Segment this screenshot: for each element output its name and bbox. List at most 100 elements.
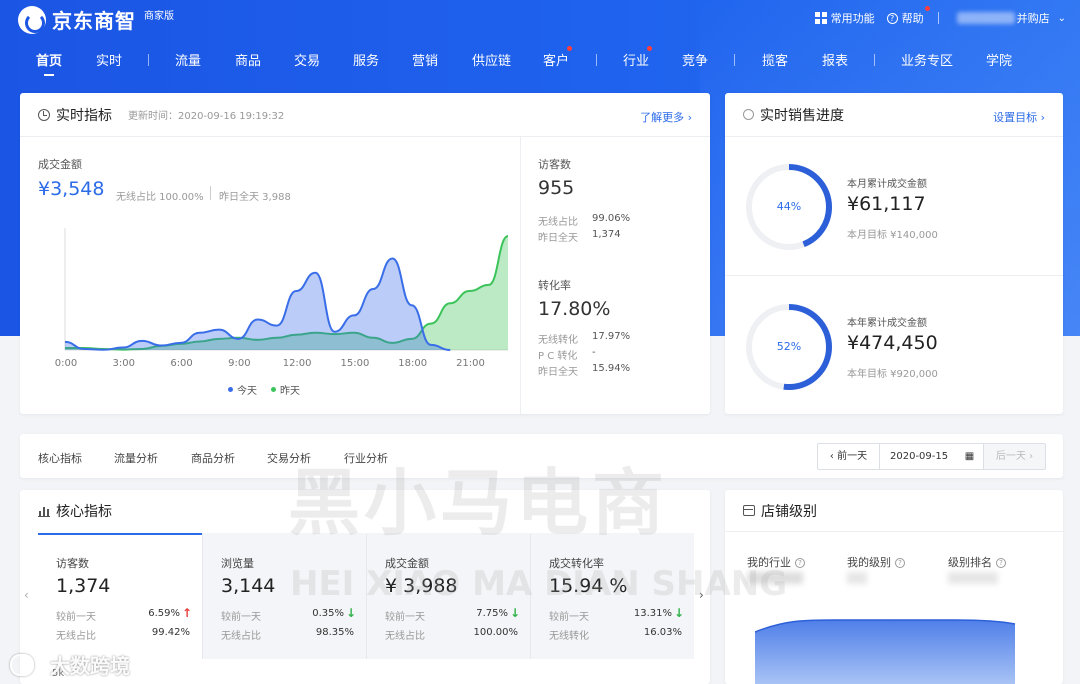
metric-card[interactable]: 浏览量 3,144 较前一天 0.35% ↓ 无线占比 98.35%: [202, 533, 366, 659]
x-tick-label: 21:00: [456, 358, 485, 369]
nav-separator: [148, 54, 149, 66]
month-percent: 44%: [776, 200, 802, 213]
level-col: 我的级别?: [847, 554, 905, 570]
metric-compare-label: 较前一天: [385, 612, 425, 623]
metric-sub-label: 无线转化: [549, 631, 589, 642]
analysis-tab-bar: 核心指标 流量分析 商品分析 交易分析 行业分析 ‹ 前一天 2020-09-1…: [20, 434, 1063, 478]
top-bar: 京东商智 商家版 常用功能 ? 帮助 并购店 ⌄: [0, 0, 1080, 38]
x-tick-label: 12:00: [283, 358, 312, 369]
metric-compare-value: 13.31%: [633, 608, 672, 619]
metric-sub-value: 99.42%: [151, 627, 190, 638]
metric-card[interactable]: 访客数 1,374 较前一天 6.59% ↑ 无线占比 99.42%: [38, 533, 202, 659]
nav-marketing[interactable]: 营销: [412, 50, 438, 69]
set-target-link[interactable]: 设置目标 ›: [993, 109, 1045, 125]
x-tick-label: 6:00: [170, 358, 192, 369]
metric-compare-value: 7.75%: [476, 608, 508, 619]
sales-progress-card: 实时销售进度 设置目标 › 44% 本月累计成交金额 ¥61,117 本月目标 …: [725, 93, 1063, 414]
gmv-divider: [210, 186, 211, 200]
calendar-icon[interactable]: ▦: [956, 444, 984, 469]
scroll-right-arrow[interactable]: ›: [699, 588, 704, 602]
visitors-label: 访客数: [538, 158, 571, 171]
question-icon[interactable]: ?: [895, 558, 905, 568]
help-button[interactable]: ? 帮助: [886, 6, 930, 26]
nav-product[interactable]: 商品: [235, 50, 261, 69]
month-target: 本月目标 ¥140,000: [847, 230, 938, 241]
gmv-value: ¥3,548: [38, 178, 105, 200]
metric-card[interactable]: 成交金额 ¥ 3,988 较前一天 7.75% ↓ 无线占比 100.00%: [366, 533, 530, 659]
level-col-label: 我的级别: [847, 556, 891, 569]
industry-col: 我的行业?: [747, 554, 805, 570]
realtime-card-header: 实时指标 更新时间：2020-09-16 19:19:32: [20, 93, 710, 137]
tab-industry-analysis[interactable]: 行业分析: [344, 450, 388, 466]
prev-day-button[interactable]: ‹ 前一天: [818, 444, 880, 469]
metric-sub-value: 100.00%: [473, 627, 519, 638]
scroll-left-arrow[interactable]: ‹: [24, 588, 29, 602]
chart-legend: 今天 昨天: [228, 382, 300, 397]
store-level-card: 店铺级别 我的行业? 我的级别? 级别排名?: [725, 490, 1063, 684]
nav-home[interactable]: 首页: [36, 50, 62, 76]
date-input[interactable]: 2020-09-15: [880, 444, 956, 469]
legend-yesterday: 昨天: [280, 386, 300, 397]
tab-traffic-analysis[interactable]: 流量分析: [114, 450, 158, 466]
corner-logo-icon: [10, 653, 34, 676]
arrow-down-icon: ↓: [345, 606, 356, 620]
nav-trade[interactable]: 交易: [294, 50, 320, 69]
nav-separator: [734, 54, 735, 66]
common-functions-button[interactable]: 常用功能: [814, 10, 875, 26]
conv-yesterday-label: 昨日全天: [538, 367, 578, 378]
logo[interactable]: 京东商智 商家版: [18, 5, 174, 34]
shop-switcher[interactable]: 并购店 ⌄: [956, 10, 1066, 26]
metric-label: 浏览量: [221, 557, 254, 570]
rank-blurred: [948, 572, 998, 584]
tab-core-indicators[interactable]: 核心指标: [38, 450, 82, 466]
x-tick-label: 3:00: [113, 358, 135, 369]
nav-service[interactable]: 服务: [353, 50, 379, 69]
tab-trade-analysis[interactable]: 交易分析: [267, 450, 311, 466]
gmv-yesterday-total: 昨日全天 3,988: [219, 192, 291, 203]
nav-traffic[interactable]: 流量: [175, 50, 201, 69]
realtime-card: 实时指标 更新时间：2020-09-16 19:19:32 了解更多 › 成交金…: [20, 93, 710, 414]
shop-name-suffix: 并购店: [1016, 12, 1050, 25]
sales-progress-title: 实时销售进度: [760, 107, 844, 124]
store-icon: [743, 505, 755, 516]
nav-academy[interactable]: 学院: [986, 50, 1012, 69]
visitors-value: 955: [538, 177, 575, 199]
legend-yesterday-dot: [271, 387, 276, 392]
chevron-down-icon: ⌄: [1057, 12, 1066, 24]
nav-realtime[interactable]: 实时: [96, 50, 122, 69]
nav-separator: [596, 54, 597, 66]
year-target: 本年目标 ¥920,000: [847, 369, 938, 380]
store-level-title: 店铺级别: [761, 503, 817, 520]
learn-more-link[interactable]: 了解更多 ›: [640, 109, 692, 125]
nav-acquire[interactable]: 揽客: [762, 50, 788, 69]
nav-reports[interactable]: 报表: [822, 50, 848, 69]
top-separator: [937, 12, 939, 24]
tab-product-analysis[interactable]: 商品分析: [191, 450, 235, 466]
realtime-title: 实时指标: [56, 107, 112, 124]
bar-chart-icon: [38, 506, 50, 517]
rank-col: 级别排名?: [948, 554, 1006, 570]
nav-supply-chain[interactable]: 供应链: [472, 50, 511, 69]
nav-industry[interactable]: 行业: [623, 50, 649, 69]
nav-competition[interactable]: 竞争: [682, 50, 708, 69]
nav-separator: [874, 54, 875, 66]
arrow-down-icon: ↓: [673, 606, 684, 620]
nav-business-zone[interactable]: 业务专区: [901, 50, 953, 69]
metric-value: ¥ 3,988: [385, 575, 458, 597]
nav-customer[interactable]: 客户: [543, 50, 569, 69]
customer-notification-dot: [567, 46, 572, 51]
corner-watermark-text: 大数跨境: [50, 654, 130, 678]
question-icon[interactable]: ?: [795, 558, 805, 568]
month-value: ¥61,117: [847, 193, 926, 215]
store-level-header: 店铺级别: [725, 490, 1063, 532]
x-tick-label: 9:00: [228, 358, 250, 369]
grid-icon: [814, 12, 827, 24]
metric-label: 成交金额: [385, 557, 429, 570]
next-day-button[interactable]: 后一天 ›: [984, 444, 1045, 469]
core-indicators-title: 核心指标: [56, 504, 112, 520]
metric-card[interactable]: 成交转化率 15.94 % 较前一天 13.31% ↓ 无线转化 16.03%: [530, 533, 694, 659]
conversion-label: 转化率: [538, 279, 571, 292]
visitors-yesterday-value: 1,374: [592, 229, 621, 240]
year-percent: 52%: [776, 340, 802, 353]
question-icon[interactable]: ?: [996, 558, 1006, 568]
